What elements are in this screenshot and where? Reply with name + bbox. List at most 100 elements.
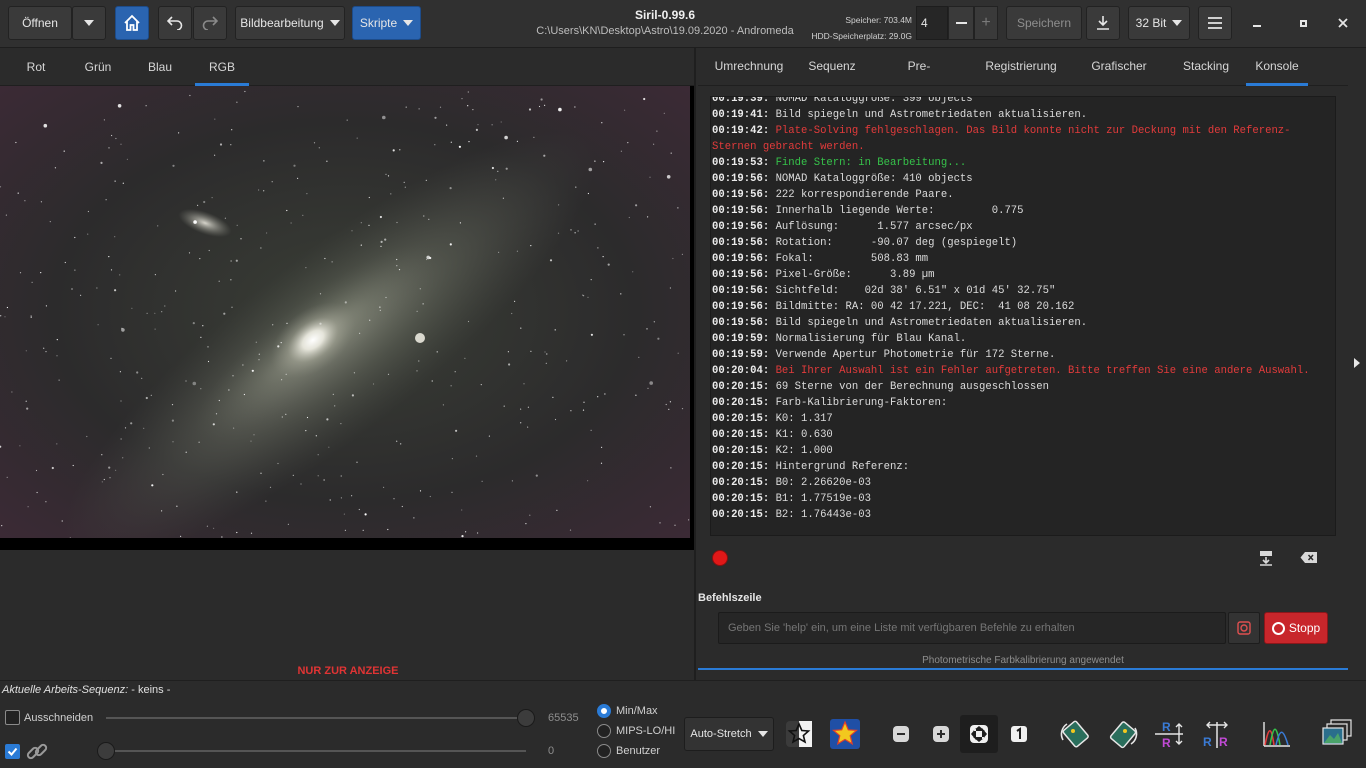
astro-image-view[interactable] — [0, 86, 694, 550]
star-point — [258, 359, 260, 361]
histogram-button[interactable] — [1260, 717, 1294, 751]
console-message: Pixel-Größe: 3.89 µm — [769, 269, 935, 281]
image-stack-button[interactable] — [1320, 717, 1354, 751]
star-point — [200, 336, 202, 338]
chevron-down-icon — [329, 20, 340, 26]
star-point — [136, 371, 139, 374]
svg-text:R: R — [1203, 735, 1212, 749]
high-slider-handle[interactable] — [517, 709, 535, 727]
tab-stacking[interactable]: Stacking — [1182, 48, 1230, 86]
zoom-in-button[interactable] — [924, 717, 958, 751]
save-as-button[interactable] — [1086, 6, 1120, 40]
clear-log-button[interactable] — [1300, 551, 1318, 565]
star-point — [677, 352, 679, 354]
main-menu-button[interactable] — [1198, 6, 1232, 40]
tab-rgb[interactable]: RGB — [195, 48, 249, 86]
crop-checkbox[interactable] — [5, 710, 20, 725]
export-log-button[interactable] — [1258, 550, 1276, 566]
star-point — [114, 180, 116, 182]
link-channels-button[interactable] — [24, 739, 50, 765]
sync-sliders-checkbox[interactable] — [5, 744, 20, 759]
star-point — [263, 160, 265, 162]
redo-button[interactable] — [193, 6, 227, 40]
stop-button[interactable]: Stopp — [1264, 612, 1328, 644]
console-line: 00:20:15: K0: 1.317 — [712, 411, 1321, 427]
bitdepth-dropdown[interactable]: 32 Bit — [1128, 6, 1190, 40]
expand-panel-arrow-icon[interactable] — [1354, 358, 1360, 368]
undo-button[interactable] — [158, 6, 192, 40]
star-point — [215, 413, 218, 415]
console-line: 00:19:53: Finde Stern: in Bearbeitung... — [712, 155, 1321, 171]
tab-preprocessing[interactable]: Pre-Processing — [880, 48, 958, 109]
star-point — [461, 535, 464, 538]
console-timestamp: 00:19:56: — [712, 173, 770, 185]
tab-sequence[interactable]: Sequenz — [808, 48, 856, 86]
zoom-out-button[interactable] — [884, 717, 918, 751]
rotate-left-button[interactable] — [1058, 717, 1092, 751]
star-point — [574, 106, 576, 108]
tab-green[interactable]: Grün — [76, 48, 120, 86]
threads-increment-button[interactable]: + — [974, 6, 998, 40]
recent-files-dropdown-button[interactable] — [72, 6, 106, 40]
low-value: 0 — [548, 745, 555, 757]
tab-console[interactable]: Konsole — [1246, 48, 1308, 86]
tab-registration[interactable]: Registrierung — [984, 48, 1058, 86]
mirror-x-button[interactable]: R R — [1152, 717, 1186, 751]
star-point — [413, 517, 415, 519]
star-point — [172, 164, 175, 167]
star-point — [429, 256, 432, 260]
maximize-button[interactable] — [1286, 6, 1320, 40]
star-point — [503, 405, 505, 407]
histogram-icon — [1263, 722, 1290, 747]
command-help-button[interactable] — [1228, 612, 1260, 644]
star-point — [110, 357, 112, 359]
radio-mips[interactable] — [597, 724, 611, 738]
negative-view-button[interactable] — [782, 717, 816, 751]
tab-red[interactable]: Rot — [14, 48, 58, 86]
star-point — [74, 269, 76, 271]
minimize-button[interactable] — [1240, 6, 1274, 40]
tab-blue[interactable]: Blau — [138, 48, 182, 86]
tab-conversion[interactable]: Umrechnung — [712, 48, 786, 86]
open-button[interactable]: Öffnen — [8, 6, 72, 40]
star-point — [401, 505, 403, 508]
tab-plot[interactable]: Grafischer Plot — [1082, 48, 1156, 109]
radio-minmax[interactable] — [597, 704, 611, 718]
star-point — [258, 353, 260, 355]
mirror-y-button[interactable]: R R — [1200, 717, 1234, 751]
console-timestamp: 00:20:15: — [712, 509, 770, 521]
console-log-view[interactable]: 00:19:39: NOMAD Kataloggröße: 399 object… — [710, 96, 1336, 536]
star-point — [602, 256, 604, 258]
star-point — [583, 401, 585, 403]
star-point — [594, 223, 596, 225]
star-point — [385, 173, 387, 175]
threads-spin-field[interactable]: 4 — [916, 6, 948, 40]
command-input[interactable] — [718, 612, 1226, 644]
star-point — [236, 101, 238, 103]
radio-user[interactable] — [597, 744, 611, 758]
close-button[interactable] — [1326, 6, 1360, 40]
console-message: Innerhalb liegende Werte: 0.775 — [769, 205, 1024, 217]
home-button[interactable] — [115, 6, 149, 40]
display-mode-dropdown[interactable]: Auto-Stretch — [684, 717, 774, 751]
false-color-button[interactable] — [828, 717, 862, 751]
star-point — [171, 404, 174, 406]
star-point — [185, 451, 187, 453]
zoom-fit-button[interactable] — [960, 715, 998, 753]
zoom-100-button[interactable] — [1002, 717, 1036, 751]
save-button[interactable]: Speichern — [1006, 6, 1082, 40]
image-processing-menu-button[interactable]: Bildbearbeitung — [235, 6, 345, 40]
rotate-right-button[interactable] — [1106, 717, 1140, 751]
star-point — [143, 427, 145, 429]
scripts-label: Skripte — [359, 16, 398, 30]
record-log-button[interactable] — [712, 550, 728, 566]
threads-decrement-button[interactable] — [948, 6, 974, 40]
star-point — [627, 142, 629, 144]
low-slider-handle[interactable] — [97, 742, 115, 760]
star-point — [403, 181, 405, 183]
image-processing-label: Bildbearbeitung — [240, 16, 324, 30]
console-timestamp: 00:19:56: — [712, 269, 770, 281]
scripts-menu-button[interactable]: Skripte — [352, 6, 421, 40]
rotate-right-icon — [1109, 721, 1138, 749]
backspace-icon — [1300, 552, 1317, 563]
